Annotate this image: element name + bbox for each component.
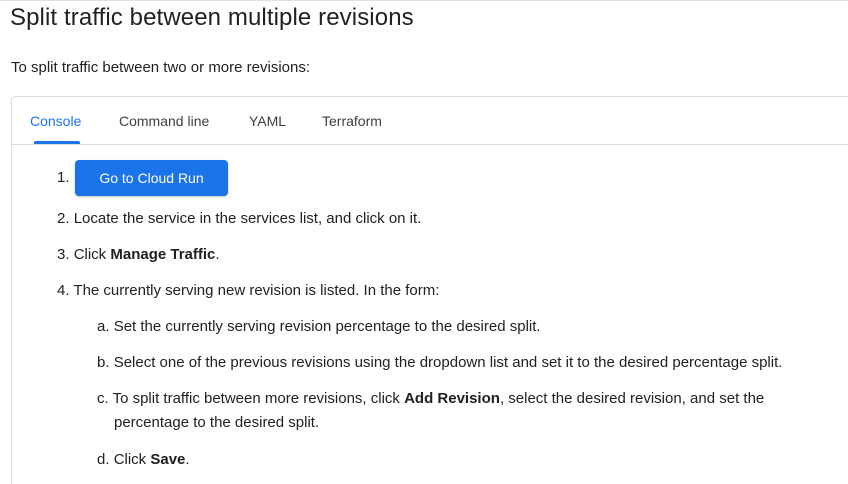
active-tab-indicator [34, 141, 80, 144]
step-2-number: 2. [57, 210, 70, 227]
substep-d-post: . [185, 451, 190, 468]
top-divider [0, 0, 848, 1]
step-3-post: . [215, 246, 220, 263]
tab-terraform[interactable]: Terraform [322, 113, 382, 129]
step-3-number: 3. [57, 246, 70, 263]
tab-console[interactable]: Console [30, 113, 81, 129]
step-4: 4. The currently serving new revision is… [57, 279, 439, 303]
substep-c-line2: percentage to the desired split. [114, 414, 320, 431]
save-label: Save [150, 451, 186, 468]
tab-bar: Console Command line YAML Terraform [12, 97, 848, 145]
substep-c-letter: c. [97, 390, 109, 407]
step-2: 2. Locate the service in the services li… [57, 207, 421, 231]
substep-d: d. Click Save. [97, 448, 190, 472]
page-title: Split traffic between multiple revisions [10, 4, 414, 31]
substep-d-pre: Click [113, 451, 151, 468]
tab-yaml[interactable]: YAML [249, 113, 286, 129]
substep-b-text: Select one of the previous revisions usi… [113, 354, 783, 371]
manage-traffic-label: Manage Traffic [110, 246, 216, 263]
substep-b-letter: b. [97, 354, 110, 371]
substep-c-pre: To split traffic between more revisions,… [112, 390, 405, 407]
intro-text: To split traffic between two or more rev… [11, 59, 311, 76]
go-to-cloud-run-button[interactable]: Go to Cloud Run [75, 160, 228, 196]
substep-d-letter: d. [97, 451, 110, 468]
substep-a-text: Set the currently serving revision perce… [113, 318, 541, 335]
step-4-text: The currently serving new revision is li… [73, 282, 440, 299]
step-3: 3. Click Manage Traffic. [57, 243, 220, 267]
substep-a-letter: a. [97, 318, 110, 335]
step-4-number: 4. [57, 282, 70, 299]
substep-b: b. Select one of the previous revisions … [97, 351, 782, 375]
step-2-text: Locate the service in the services list,… [73, 210, 422, 227]
substep-a: a. Set the currently serving revision pe… [97, 315, 541, 339]
substep-c: c. To split traffic between more revisio… [97, 387, 764, 411]
substep-c-post: , select the desired revision, and set t… [499, 390, 765, 407]
step-3-pre: Click [73, 246, 111, 263]
step-1-number: 1. [57, 169, 70, 186]
tab-command-line[interactable]: Command line [119, 113, 209, 129]
add-revision-label: Add Revision [404, 390, 500, 407]
